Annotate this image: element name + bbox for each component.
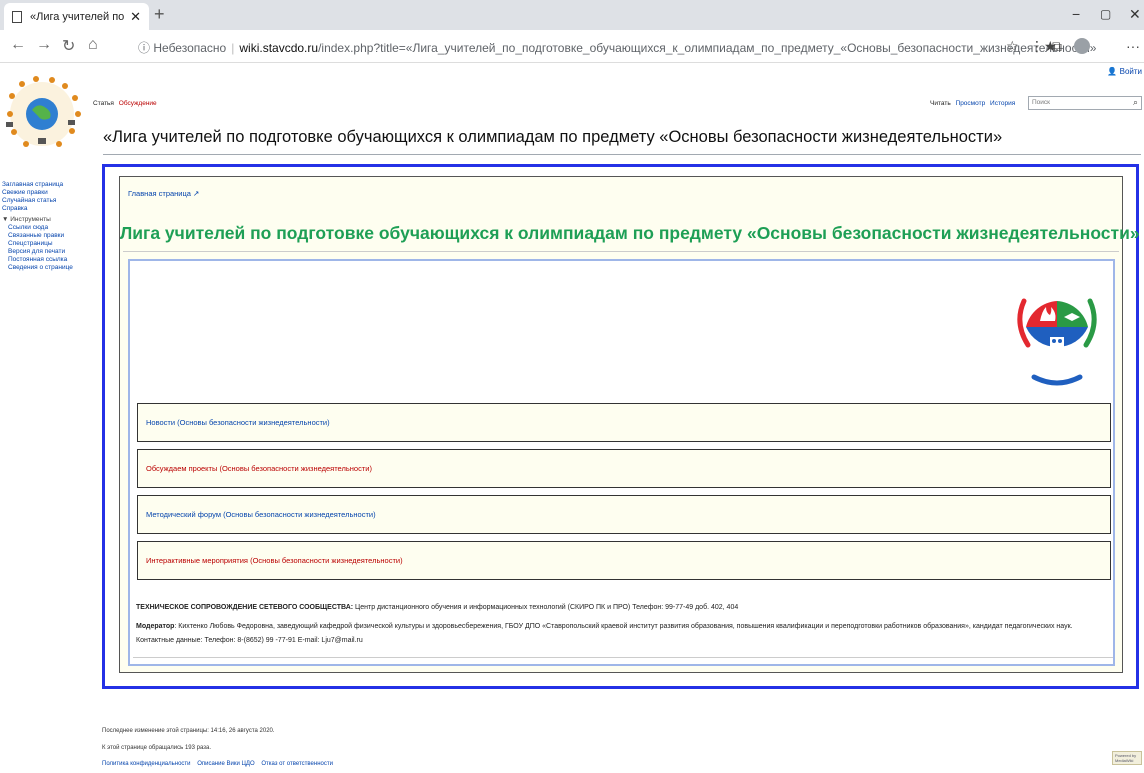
footer-links: Политика конфиденциальности Описание Вик…	[102, 761, 338, 767]
address-bar-row: ← → ↻ ⌂ ⓘ Небезопасно | wiki.stavcdo.ru/in…	[0, 30, 1144, 63]
moderator-text: : Кихтенко Любовь Федоровна, заведующий …	[174, 623, 1073, 630]
content-frame: Главная страница ↗ Лига учителей по подг…	[102, 164, 1140, 689]
view-tabs: Читать Просмотр История	[930, 100, 1018, 107]
login-label: Войти	[1119, 67, 1142, 76]
support-info: ТЕХНИЧЕСКОЕ СОПРОВОЖДЕНИЕ СЕТЕВОГО СООБЩ…	[136, 604, 738, 611]
sidebar-item-random-page[interactable]: Случайная статья	[2, 197, 92, 205]
tab-talk[interactable]: Обсуждение	[119, 100, 157, 107]
browser-tab[interactable]: «Лига учителей по подготовке ✕	[4, 3, 149, 30]
sidebar-item-printable-version[interactable]: Версия для печати	[2, 248, 92, 256]
forward-button[interactable]: →	[36, 36, 52, 54]
link-methodical-forum[interactable]: Методический форум (Основы безопасности …	[137, 495, 1111, 534]
site-logo[interactable]	[2, 74, 84, 156]
home-button[interactable]: ⌂	[88, 36, 98, 54]
back-button[interactable]: ←	[10, 36, 26, 54]
link-discuss-projects-label: Обсуждаем проекты (Основы безопасности ж…	[146, 464, 372, 473]
tab-article[interactable]: Статья	[93, 100, 114, 107]
powered-by-mediawiki-badge[interactable]: Powered by MediaWiki	[1112, 751, 1142, 765]
support-text: Центр дистанционного обучения и информац…	[355, 604, 739, 611]
tab-read[interactable]: Читать	[930, 100, 951, 107]
sidebar-item-what-links-here[interactable]: Ссылки сюда	[2, 224, 92, 232]
external-link-icon: ↗	[193, 189, 200, 198]
divider	[123, 251, 1119, 252]
sidebar: Заглавная страница Свежие правки Случайн…	[2, 181, 92, 272]
link-methodical-forum-label: Методический форум (Основы безопасности …	[146, 510, 376, 519]
minimize-button[interactable]: −	[1072, 6, 1080, 22]
sidebar-item-permanent-link[interactable]: Постоянная ссылка	[2, 256, 92, 264]
browser-tab-strip: «Лига учителей по подготовке ✕ + − ▢ ✕	[0, 0, 1144, 30]
security-icon: ⓘ	[138, 41, 151, 55]
url-host: wiki.stavcdo.ru	[239, 41, 319, 55]
more-icon[interactable]: ···	[1126, 38, 1140, 54]
url-field[interactable]: ⓘ Небезопасно | wiki.stavcdo.ru/index.php?…	[138, 39, 1096, 56]
login-link[interactable]: 👤 Войти	[1107, 67, 1142, 76]
inner-panel: Новости (Основы безопасности жизнедеятел…	[128, 259, 1115, 666]
contacts-info: Контактные данные: Телефон: 8-(8652) 99 …	[136, 637, 363, 644]
close-window-button[interactable]: ✕	[1129, 6, 1141, 23]
obzh-emblem	[1017, 298, 1097, 386]
league-title: Лига учителей по подготовке обучающихся …	[120, 223, 1140, 243]
maximize-button[interactable]: ▢	[1100, 7, 1111, 21]
link-interactive-events[interactable]: Интерактивные мероприятия (Основы безопа…	[137, 541, 1111, 580]
tab-view-source[interactable]: Просмотр	[956, 100, 986, 107]
view-count: К этой странице обращались 193 раза.	[102, 745, 211, 751]
page-icon	[12, 10, 22, 23]
link-discuss-projects[interactable]: Обсуждаем проекты (Основы безопасности ж…	[137, 449, 1111, 488]
page-title: «Лига учителей по подготовке обучающихся…	[103, 128, 1141, 155]
url-path: /index.php?title=«Лига_учителей_по_подго…	[318, 41, 1097, 55]
breadcrumb[interactable]: Главная страница ↗	[128, 189, 199, 198]
breadcrumb-label: Главная страница	[128, 189, 191, 198]
new-tab-button[interactable]: +	[154, 4, 165, 25]
sidebar-item-special-pages[interactable]: Спецстраницы	[2, 240, 92, 248]
footer-link-disclaimer[interactable]: Отказ от ответственности	[261, 761, 333, 767]
sidebar-item-main-page[interactable]: Заглавная страница	[2, 181, 92, 189]
reload-button[interactable]: ↻	[62, 36, 75, 56]
sidebar-item-help[interactable]: Справка	[2, 205, 92, 213]
footer-link-about[interactable]: Описание Вики ЦДО	[197, 761, 254, 767]
tab-history[interactable]: История	[990, 100, 1015, 107]
sidebar-tools-heading[interactable]: ▼ Инструменты	[2, 216, 92, 224]
security-label: Небезопасно	[153, 41, 227, 55]
page-tabs: Статья Обсуждение	[93, 100, 160, 107]
collections-icon[interactable]: ⧉	[1052, 38, 1062, 55]
sidebar-item-recent-changes[interactable]: Свежие правки	[2, 189, 92, 197]
last-modified: Последнее изменение этой страницы: 14:16…	[102, 728, 275, 734]
profile-avatar[interactable]	[1074, 38, 1090, 54]
footer-link-privacy[interactable]: Политика конфиденциальности	[102, 761, 191, 767]
sidebar-item-page-info[interactable]: Сведения о странице	[2, 264, 92, 272]
star-icon[interactable]: ☆	[1006, 38, 1019, 55]
moderator-info: Модератор: Кихтенко Любовь Федоровна, за…	[136, 623, 1073, 630]
support-label: ТЕХНИЧЕСКОЕ СОПРОВОЖДЕНИЕ СЕТЕВОГО СООБЩ…	[136, 604, 354, 611]
tab-title: «Лига учителей по подготовке	[30, 10, 126, 23]
link-news-label: Новости (Основы безопасности жизнедеятел…	[146, 418, 330, 427]
moderator-label: Модератор	[136, 623, 175, 630]
link-interactive-events-label: Интерактивные мероприятия (Основы безопа…	[146, 556, 403, 565]
tab-close-icon[interactable]: ✕	[130, 9, 141, 25]
content-panel: Главная страница ↗ Лига учителей по подг…	[119, 176, 1140, 673]
search-placeholder: Поиск	[1032, 99, 1051, 106]
search-icon[interactable]: ⌕	[1133, 97, 1138, 108]
divider	[133, 657, 1113, 658]
link-news[interactable]: Новости (Основы безопасности жизнедеятел…	[137, 403, 1111, 442]
search-input[interactable]: Поиск ⌕	[1028, 96, 1142, 110]
user-icon: 👤	[1107, 67, 1118, 76]
sidebar-item-related-changes[interactable]: Связанные правки	[2, 232, 92, 240]
